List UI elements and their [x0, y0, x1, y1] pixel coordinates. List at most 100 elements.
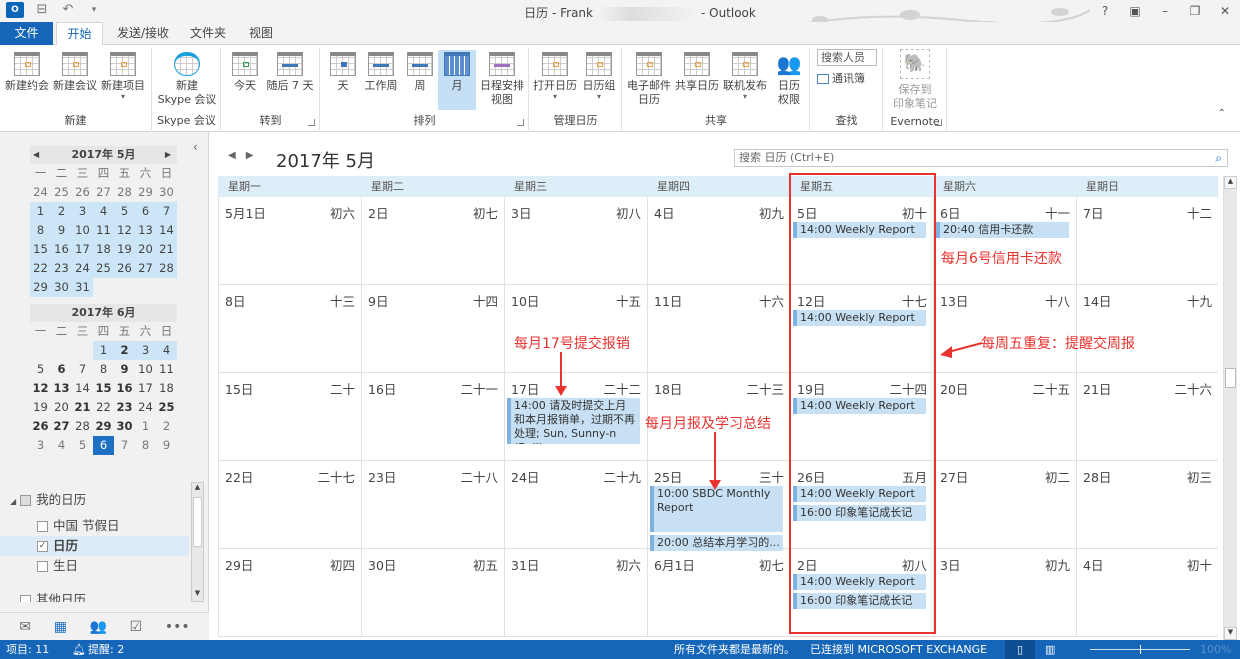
- checkbox-checked[interactable]: ✓: [37, 541, 48, 552]
- mini-calendar-day[interactable]: 20: [135, 240, 156, 259]
- month-view-button[interactable]: 月: [438, 50, 476, 110]
- day-cell[interactable]: 19日 二十四 14:00 Weekly Report: [790, 373, 933, 461]
- day-cell[interactable]: 28日 初三: [1076, 461, 1218, 549]
- collapse-pane-icon[interactable]: ‹: [193, 140, 198, 154]
- mini-calendar-day[interactable]: 23: [114, 398, 135, 417]
- today-button[interactable]: 今天: [228, 50, 262, 93]
- search-people-input[interactable]: 搜索人员: [817, 49, 877, 66]
- mini-calendar-day[interactable]: 14: [72, 379, 93, 398]
- mini-calendar-day[interactable]: 1: [135, 417, 156, 436]
- tab-send-receive[interactable]: 发送/接收: [108, 22, 178, 45]
- mini-calendar-day[interactable]: 9: [51, 221, 72, 240]
- mini-calendar-day[interactable]: 5: [114, 202, 135, 221]
- mini-calendar-day[interactable]: 24: [135, 398, 156, 417]
- mini-calendar-day[interactable]: 8: [30, 221, 51, 240]
- day-cell[interactable]: 25日 三十 10:00 SBDC Monthly Report 20:00 总结本月…: [647, 461, 790, 551]
- mini-calendar-day[interactable]: 1: [93, 341, 114, 360]
- mini-calendar-day[interactable]: 29: [93, 417, 114, 436]
- calendar-permissions-button[interactable]: 👥 日历 权限: [771, 50, 807, 107]
- day-cell[interactable]: 11日 十六: [647, 285, 790, 373]
- day-cell[interactable]: 12日 十七 14:00 Weekly Report: [790, 285, 933, 373]
- email-calendar-button[interactable]: 电子邮件 日历: [625, 50, 673, 107]
- mini-calendar-day[interactable]: 23: [51, 259, 72, 278]
- appointment[interactable]: 14:00 请及时提交上月和本月报销单，过期不再处理; Sun, Sunny-n…: [507, 398, 640, 444]
- mini-calendar-day[interactable]: 3: [135, 341, 156, 360]
- tab-file[interactable]: 文件: [0, 22, 53, 45]
- mini-calendar-day[interactable]: 9: [156, 436, 177, 455]
- mini-calendar-day[interactable]: 25: [51, 183, 72, 202]
- dialog-launcher-icon[interactable]: [308, 119, 315, 126]
- day-cell[interactable]: 29日 初四: [218, 549, 361, 637]
- new-meeting-button[interactable]: 新建会议: [51, 50, 99, 93]
- close-icon[interactable]: ✕: [1210, 0, 1240, 22]
- mini-calendar-day[interactable]: 28: [156, 259, 177, 278]
- mail-icon[interactable]: ✉: [19, 619, 31, 635]
- day-cell[interactable]: 6日 十一 20:40 信用卡还款: [933, 197, 1076, 285]
- day-cell[interactable]: 31日 初六: [504, 549, 647, 637]
- appointment[interactable]: 10:00 SBDC Monthly Report: [650, 486, 783, 532]
- zoom-slider[interactable]: [1090, 645, 1190, 654]
- mini-calendar-day[interactable]: 11: [156, 360, 177, 379]
- other-calendars-group[interactable]: 其他日历: [0, 590, 189, 602]
- mini-calendar-day[interactable]: 6: [93, 436, 114, 455]
- day-cell[interactable]: 20日 二十五: [933, 373, 1076, 461]
- appointment[interactable]: 16:00 印象笔记成长记录: [793, 593, 926, 609]
- day-cell[interactable]: 10日 十五: [504, 285, 647, 373]
- mini-calendar-day[interactable]: 22: [30, 259, 51, 278]
- day-cell[interactable]: 15日 二十: [218, 373, 361, 461]
- work-week-view-button[interactable]: 工作周: [361, 50, 401, 93]
- checkbox[interactable]: [37, 561, 48, 572]
- mini-calendar-day[interactable]: 24: [30, 183, 51, 202]
- day-cell[interactable]: 21日 二十六: [1076, 373, 1218, 461]
- day-cell[interactable]: 22日 二十七: [218, 461, 361, 549]
- group-checkbox[interactable]: [20, 595, 31, 602]
- search-icon[interactable]: ⌕: [1215, 150, 1222, 166]
- calendar-groups-button[interactable]: 日历组 ▾: [578, 50, 620, 101]
- day-cell[interactable]: 27日 初二: [933, 461, 1076, 549]
- dialog-launcher-icon[interactable]: [517, 119, 524, 126]
- day-cell[interactable]: 4日 初九: [647, 197, 790, 285]
- mini-calendar-day[interactable]: 2: [114, 341, 135, 360]
- checkbox[interactable]: [37, 521, 48, 532]
- mini-calendar-day[interactable]: 25: [156, 398, 177, 417]
- mini-calendar-day[interactable]: 5: [30, 360, 51, 379]
- mini-calendar-day[interactable]: 17: [135, 379, 156, 398]
- save-to-evernote-button[interactable]: 🐘 保存到 印象笔记: [890, 49, 940, 111]
- day-cell[interactable]: 3日 初九: [933, 549, 1076, 637]
- calendar-scrollbar[interactable]: ▲ ▼: [1223, 176, 1237, 640]
- mini-calendar-day[interactable]: 27: [51, 417, 72, 436]
- publish-online-button[interactable]: 联机发布 ▾: [721, 50, 769, 101]
- day-cell[interactable]: 8日 十三: [218, 285, 361, 373]
- scroll-thumb[interactable]: [1225, 368, 1236, 388]
- mini-calendar-day[interactable]: 29: [135, 183, 156, 202]
- scroll-thumb[interactable]: [193, 497, 202, 547]
- day-cell[interactable]: 9日 十四: [361, 285, 504, 373]
- minimize-icon[interactable]: –: [1150, 0, 1180, 22]
- appointment[interactable]: 14:00 Weekly Report: [793, 398, 926, 414]
- share-calendar-button[interactable]: 共享日历: [673, 50, 721, 93]
- dialog-launcher-icon[interactable]: [935, 119, 942, 126]
- day-cell[interactable]: 5日 初十 14:00 Weekly Report: [790, 197, 933, 285]
- next-7-days-button[interactable]: 随后 7 天: [264, 50, 316, 93]
- mini-calendar-day[interactable]: 6: [51, 360, 72, 379]
- folder-item-holidays[interactable]: 中国 节假日: [0, 516, 189, 536]
- scroll-up-icon[interactable]: ▲: [192, 483, 203, 495]
- scroll-down-icon[interactable]: ▼: [192, 589, 203, 601]
- mini-calendar-day[interactable]: 24: [72, 259, 93, 278]
- prev-month-icon[interactable]: ◀: [228, 150, 246, 161]
- mini-calendar-day[interactable]: 4: [93, 202, 114, 221]
- tab-folder[interactable]: 文件夹: [183, 22, 233, 45]
- open-calendar-button[interactable]: 打开日历 ▾: [532, 50, 578, 101]
- restore-icon[interactable]: ❐: [1180, 0, 1210, 22]
- mini-calendar-day[interactable]: 31: [72, 278, 93, 297]
- mini-calendar-day[interactable]: 13: [51, 379, 72, 398]
- mini-calendar-day[interactable]: 19: [114, 240, 135, 259]
- mini-calendar-day[interactable]: 25: [93, 259, 114, 278]
- collapse-ribbon-icon[interactable]: ⌃: [1218, 108, 1226, 119]
- mini-calendar-day[interactable]: 26: [30, 417, 51, 436]
- tasks-icon[interactable]: ☑: [130, 619, 143, 635]
- mini-calendar-day[interactable]: 5: [72, 436, 93, 455]
- mini-calendar-day[interactable]: 20: [51, 398, 72, 417]
- mini-calendar-day[interactable]: 21: [156, 240, 177, 259]
- folder-item-birthdays[interactable]: 生日: [0, 556, 189, 576]
